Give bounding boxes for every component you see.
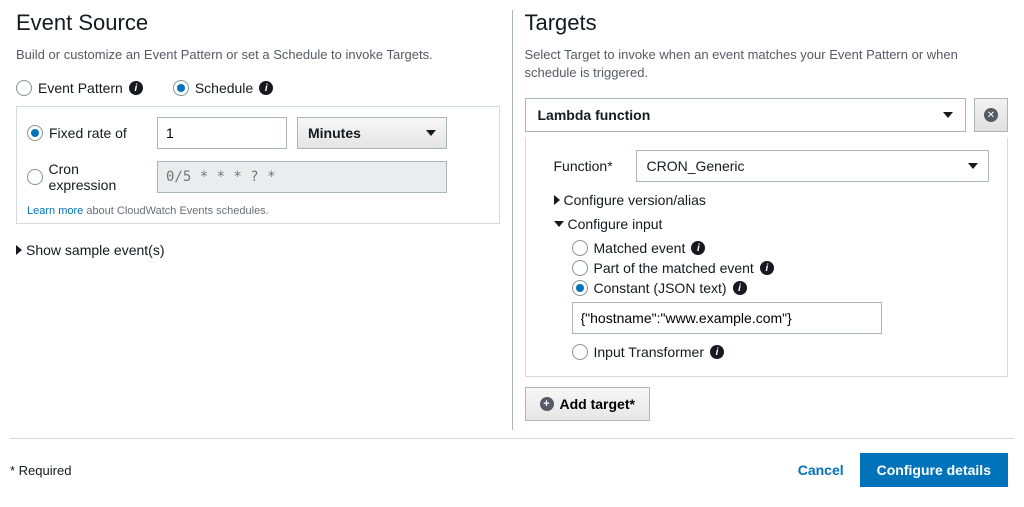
radio-checked-icon <box>27 125 43 141</box>
function-value: CRON_Generic <box>647 158 745 174</box>
radio-unchecked-icon <box>572 260 588 276</box>
function-select[interactable]: CRON_Generic <box>636 150 990 182</box>
constant-json-input[interactable] <box>572 302 882 334</box>
part-matched-radio[interactable]: Part of the matched event i <box>572 260 990 276</box>
radio-unchecked-icon <box>572 240 588 256</box>
info-icon[interactable]: i <box>691 241 705 255</box>
configure-version-expander[interactable]: Configure version/alias <box>554 192 990 208</box>
info-icon[interactable]: i <box>733 281 747 295</box>
targets-title: Targets <box>525 10 1009 36</box>
radio-unchecked-icon <box>572 344 588 360</box>
matched-event-radio[interactable]: Matched event i <box>572 240 990 256</box>
configure-input-expander[interactable]: Configure input <box>554 216 990 232</box>
column-divider <box>512 10 513 430</box>
rate-unit-value: Minutes <box>308 125 361 141</box>
target-type-value: Lambda function <box>538 107 651 123</box>
function-label: Function* <box>554 158 624 174</box>
target-type-select[interactable]: Lambda function <box>525 98 967 132</box>
input-transformer-radio[interactable]: Input Transformer i <box>572 344 990 360</box>
input-transformer-label: Input Transformer <box>594 344 705 360</box>
cancel-button[interactable]: Cancel <box>798 462 844 478</box>
add-target-label: Add target* <box>560 396 635 412</box>
caret-down-icon <box>426 130 436 136</box>
radio-unchecked-icon <box>16 80 32 96</box>
targets-section: Targets Select Target to invoke when an … <box>519 10 1015 430</box>
radio-checked-icon <box>572 280 588 296</box>
radio-checked-icon <box>173 80 189 96</box>
plus-icon: + <box>540 397 554 411</box>
configure-version-label: Configure version/alias <box>564 192 706 208</box>
info-icon[interactable]: i <box>259 81 273 95</box>
show-sample-label: Show sample event(s) <box>26 242 165 258</box>
event-source-description: Build or customize an Event Pattern or s… <box>16 46 500 64</box>
matched-event-label: Matched event <box>594 240 686 256</box>
target-config-panel: Function* CRON_Generic Configure version… <box>525 138 1009 377</box>
fixed-rate-label: Fixed rate of <box>49 125 127 141</box>
event-source-title: Event Source <box>16 10 500 36</box>
add-target-button[interactable]: + Add target* <box>525 387 650 421</box>
footer: * Required Cancel Configure details <box>0 439 1024 487</box>
cron-input <box>157 161 447 193</box>
configure-details-button[interactable]: Configure details <box>860 453 1008 487</box>
targets-description: Select Target to invoke when an event ma… <box>525 46 1009 82</box>
triangle-down-icon <box>554 221 564 227</box>
info-icon[interactable]: i <box>129 81 143 95</box>
remove-target-button[interactable]: ✕ <box>974 98 1008 132</box>
constant-json-radio[interactable]: Constant (JSON text) i <box>572 280 990 296</box>
event-source-section: Event Source Build or customize an Event… <box>10 10 506 430</box>
schedule-label: Schedule <box>195 80 253 96</box>
cron-label: Cron expression <box>49 161 147 193</box>
info-icon[interactable]: i <box>760 261 774 275</box>
triangle-right-icon <box>554 195 560 205</box>
event-pattern-radio[interactable]: Event Pattern i <box>16 80 143 96</box>
rate-unit-select[interactable]: Minutes <box>297 117 447 149</box>
configure-input-label: Configure input <box>568 216 663 232</box>
caret-down-icon <box>968 163 978 169</box>
info-icon[interactable]: i <box>710 345 724 359</box>
part-matched-label: Part of the matched event <box>594 260 754 276</box>
triangle-right-icon <box>16 245 22 255</box>
show-sample-events-expander[interactable]: Show sample event(s) <box>16 242 165 258</box>
schedule-panel: Fixed rate of Minutes Cron expression Le… <box>16 106 500 224</box>
event-pattern-label: Event Pattern <box>38 80 123 96</box>
schedule-radio[interactable]: Schedule i <box>173 80 273 96</box>
fixed-rate-input[interactable] <box>157 117 287 149</box>
fixed-rate-radio[interactable]: Fixed rate of <box>27 125 147 141</box>
learn-more-text: Learn more about CloudWatch Events sched… <box>27 205 489 217</box>
learn-more-link[interactable]: Learn more <box>27 205 83 217</box>
close-icon: ✕ <box>984 108 998 122</box>
required-note: * Required <box>10 463 71 478</box>
radio-unchecked-icon <box>27 169 43 185</box>
caret-down-icon <box>943 112 953 118</box>
cron-radio[interactable]: Cron expression <box>27 161 147 193</box>
constant-json-label: Constant (JSON text) <box>594 280 727 296</box>
